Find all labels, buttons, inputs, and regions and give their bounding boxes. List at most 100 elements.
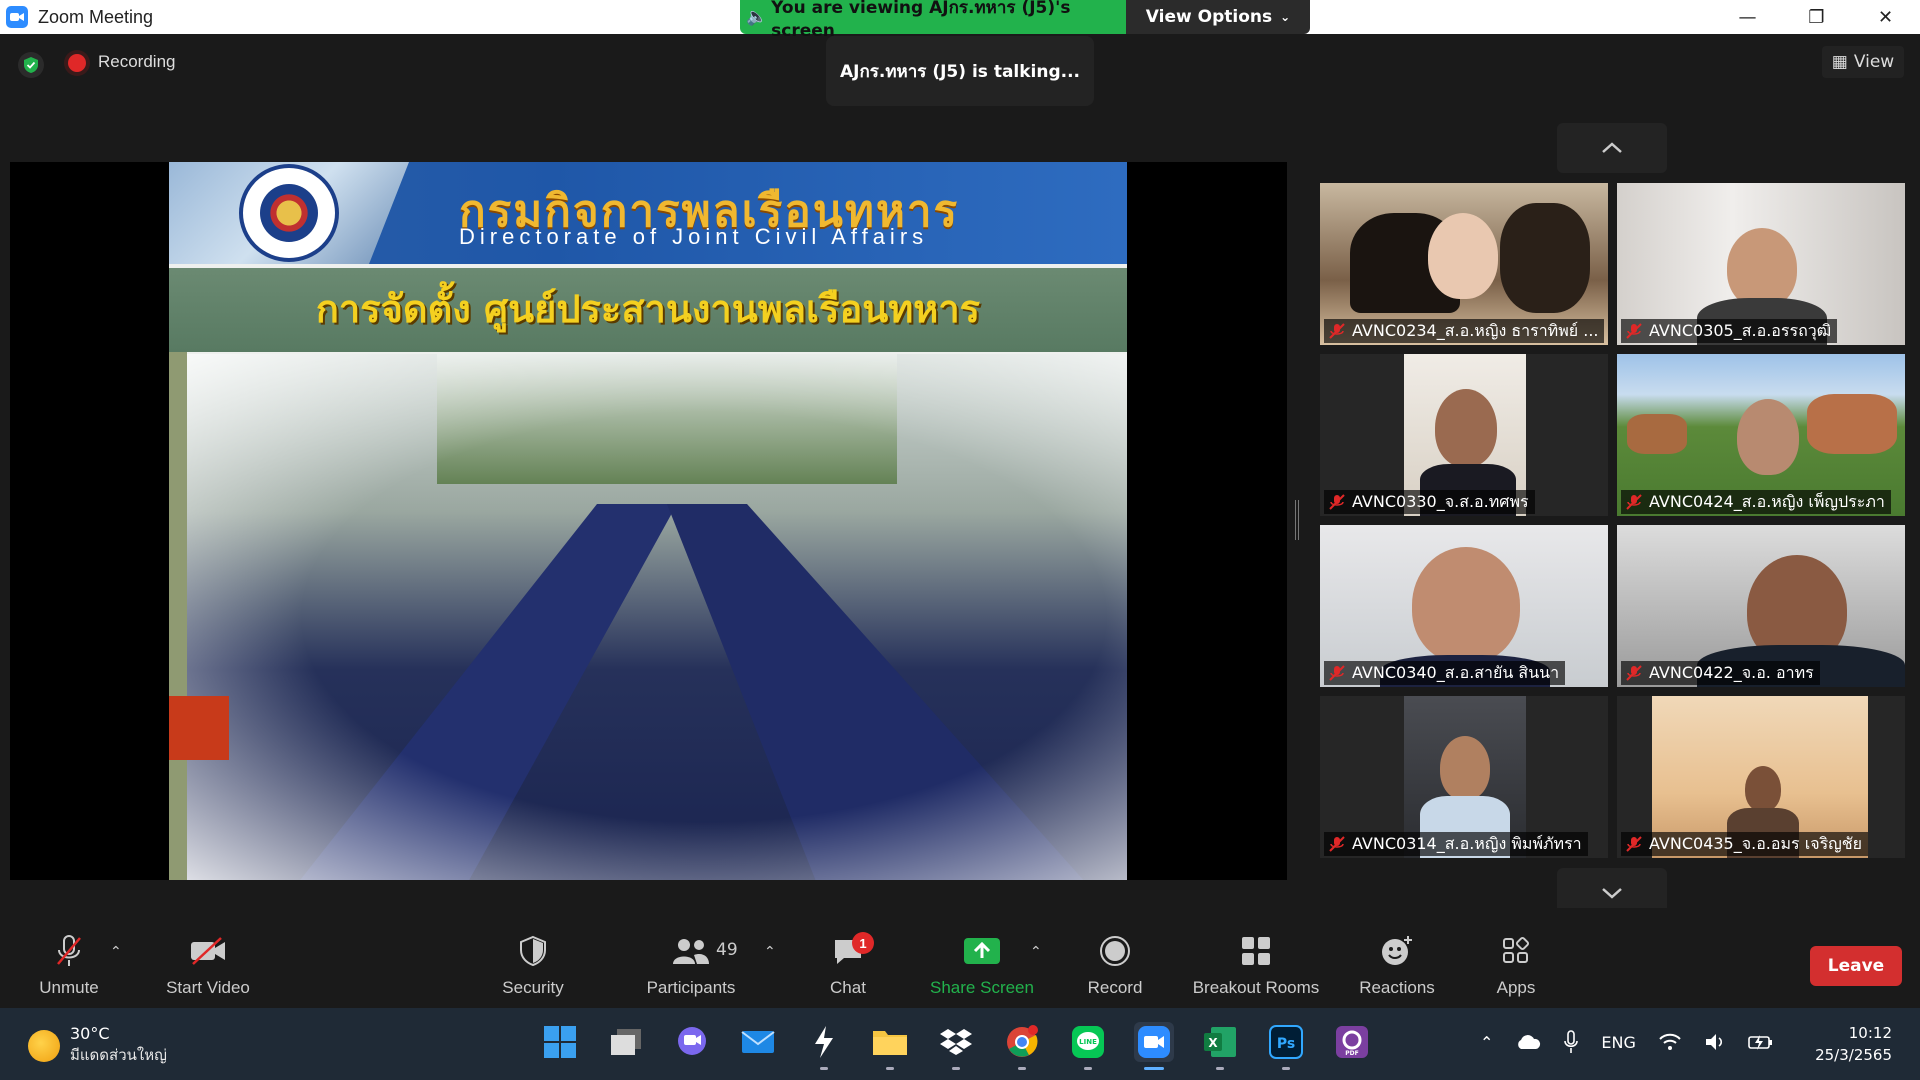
view-options-button[interactable]: View Options ⌄ <box>1126 0 1310 34</box>
system-clock[interactable]: 10:12 25/3/2565 <box>1815 1022 1892 1066</box>
unmute-label: Unmute <box>39 978 99 997</box>
microphone-icon[interactable] <box>1563 1030 1579 1054</box>
participant-tile[interactable]: AVNC0234_ส.อ.หญิง ธาราทิพย์ ... <box>1320 183 1608 345</box>
task-view-icon[interactable] <box>606 1022 646 1062</box>
wifi-icon[interactable] <box>1658 1032 1682 1052</box>
start-video-label: Start Video <box>166 978 250 997</box>
reactions-label: Reactions <box>1359 978 1435 997</box>
leave-button[interactable]: Leave <box>1810 946 1902 986</box>
clock-time: 10:12 <box>1848 1024 1892 1042</box>
mail-icon[interactable] <box>738 1022 778 1062</box>
battery-charging-icon[interactable] <box>1748 1032 1774 1052</box>
participants-count: 49 <box>716 940 738 960</box>
file-explorer-icon[interactable] <box>870 1022 910 1070</box>
view-options-label: View Options <box>1145 7 1273 27</box>
video-off-icon <box>189 934 227 968</box>
line-app-icon[interactable]: LINE <box>1068 1022 1108 1070</box>
mic-muted-icon <box>54 934 84 968</box>
slide-side-bar <box>169 352 187 880</box>
pdf-app-icon[interactable]: PDF <box>1332 1022 1372 1062</box>
volume-icon[interactable] <box>1704 1032 1726 1052</box>
presentation-slide: กรมกิจการพลเรือนทหาร Directorate of Join… <box>169 162 1127 880</box>
participant-tile[interactable]: AVNC0305_ส.อ.อรรถวุฒิ <box>1617 183 1905 345</box>
view-label: View <box>1853 52 1895 72</box>
participant-name: AVNC0314_ส.อ.หญิง พิมพ์ภัทรา <box>1324 832 1588 856</box>
chevron-down-icon: ⌄ <box>1280 10 1291 24</box>
mic-muted-icon <box>1626 494 1642 510</box>
record-button[interactable]: Record <box>1080 908 1150 1008</box>
participant-tile[interactable]: AVNC0330_จ.ส.อ.ทศพร <box>1320 354 1608 516</box>
dropbox-icon[interactable] <box>936 1022 976 1070</box>
participant-tile[interactable]: AVNC0424_ส.อ.หญิง เพ็ญประภา <box>1617 354 1905 516</box>
participant-name: AVNC0424_ส.อ.หญิง เพ็ญประภา <box>1621 490 1891 514</box>
chevron-up-icon[interactable]: ⌃ <box>1480 1033 1493 1052</box>
participant-tile[interactable]: AVNC0314_ส.อ.หญิง พิมพ์ภัทรา <box>1320 696 1608 858</box>
participant-tile[interactable]: AVNC0422_จ.อ. อาทร <box>1617 525 1905 687</box>
participants-options-caret-icon[interactable]: ⌃ <box>764 944 776 960</box>
breakout-rooms-label: Breakout Rooms <box>1192 978 1320 997</box>
chrome-icon[interactable] <box>1002 1022 1042 1070</box>
meeting-toolbar: Unmute ⌃ Start Video Security Participan… <box>0 908 1920 1008</box>
svg-text:LINE: LINE <box>1079 1038 1097 1046</box>
gallery-page-up-button[interactable] <box>1557 123 1667 173</box>
participants-icon <box>672 934 710 968</box>
slide-header: กรมกิจการพลเรือนทหาร Directorate of Join… <box>169 162 1127 264</box>
weather-condition: มีแดดส่วนใหญ่ <box>70 1046 167 1064</box>
slide-title-english: Directorate of Joint Civil Affairs <box>459 224 929 249</box>
record-label: Record <box>1087 978 1143 997</box>
share-options-caret-icon[interactable]: ⌃ <box>1030 944 1042 960</box>
view-button[interactable]: ▦ View <box>1822 46 1904 78</box>
share-screen-button[interactable]: Share Screen <box>926 908 1038 1008</box>
slide-subtitle: การจัดตั้ง ศูนย์ประสานงานพลเรือนทหาร <box>315 287 981 331</box>
reactions-button[interactable]: Reactions <box>1354 908 1440 1008</box>
minimize-button[interactable]: — <box>1713 0 1782 34</box>
participant-name: AVNC0340_ส.อ.สายัน สินนา <box>1324 661 1566 685</box>
participant-name: AVNC0305_ส.อ.อรรถวุฒิ <box>1621 319 1838 343</box>
participant-tile[interactable]: AVNC0435_จ.อ.อมร เจริญชัย <box>1617 696 1905 858</box>
windows-start-icon[interactable] <box>540 1022 580 1062</box>
chat-unread-badge: 1 <box>852 932 874 954</box>
onedrive-cloud-icon[interactable] <box>1515 1034 1541 1050</box>
apps-label: Apps <box>1496 978 1536 997</box>
breakout-rooms-icon <box>1240 934 1272 968</box>
zoom-app-icon[interactable] <box>1134 1022 1174 1070</box>
apps-button[interactable]: Apps <box>1490 908 1542 1008</box>
svg-text:PDF: PDF <box>1345 1050 1358 1057</box>
input-language[interactable]: ENG <box>1601 1033 1635 1052</box>
mic-muted-icon <box>1626 323 1642 339</box>
breakout-rooms-button[interactable]: Breakout Rooms <box>1184 908 1328 1008</box>
recording-label: Recording <box>98 52 176 71</box>
grid-icon: ▦ <box>1831 52 1848 72</box>
chevron-up-icon <box>1602 142 1622 153</box>
lightning-app-icon[interactable] <box>804 1022 844 1070</box>
viewing-banner: 🔈 You are viewing AJกร.ทหาร (J5)'s scree… <box>740 0 1126 41</box>
weather-temperature: 30°C <box>70 1024 110 1043</box>
record-icon <box>1099 934 1131 968</box>
panel-splitter-handle[interactable] <box>1295 500 1299 540</box>
participant-tile[interactable]: AVNC0340_ส.อ.สายัน สินนา <box>1320 525 1608 687</box>
unmute-button[interactable]: Unmute <box>26 908 112 1008</box>
start-video-button[interactable]: Start Video <box>156 908 260 1008</box>
apps-icon <box>1501 934 1531 968</box>
viewing-banner-text: You are viewing AJกร.ทหาร (J5)'s screen <box>771 0 1071 41</box>
chat-button[interactable]: Chat 1 <box>818 908 878 1008</box>
taskbar-apps: LINE X Ps PDF <box>540 1022 1372 1070</box>
restore-button[interactable]: ❐ <box>1782 0 1851 34</box>
teams-chat-icon[interactable] <box>672 1022 712 1062</box>
audio-options-caret-icon[interactable]: ⌃ <box>110 944 122 960</box>
clock-date: 25/3/2565 <box>1815 1046 1892 1064</box>
participant-name: AVNC0435_จ.อ.อมร เจริญชัย <box>1621 832 1869 856</box>
weather-widget[interactable]: 30°C มีแดดส่วนใหญ่ <box>28 1024 167 1067</box>
partly-sunny-icon <box>28 1029 60 1062</box>
participant-name: AVNC0422_จ.อ. อาทร <box>1621 661 1820 685</box>
security-button[interactable]: Security <box>494 908 572 1008</box>
system-tray: ⌃ ENG <box>1480 1030 1774 1054</box>
close-button[interactable]: ✕ <box>1851 0 1920 34</box>
encryption-shield-icon[interactable] <box>18 52 44 78</box>
photoshop-icon[interactable]: Ps <box>1266 1022 1306 1070</box>
smiley-plus-icon <box>1380 934 1414 968</box>
mic-muted-icon <box>1626 836 1642 852</box>
slide-red-accent <box>169 696 229 760</box>
svg-text:Ps: Ps <box>1277 1036 1295 1052</box>
excel-icon[interactable]: X <box>1200 1022 1240 1070</box>
